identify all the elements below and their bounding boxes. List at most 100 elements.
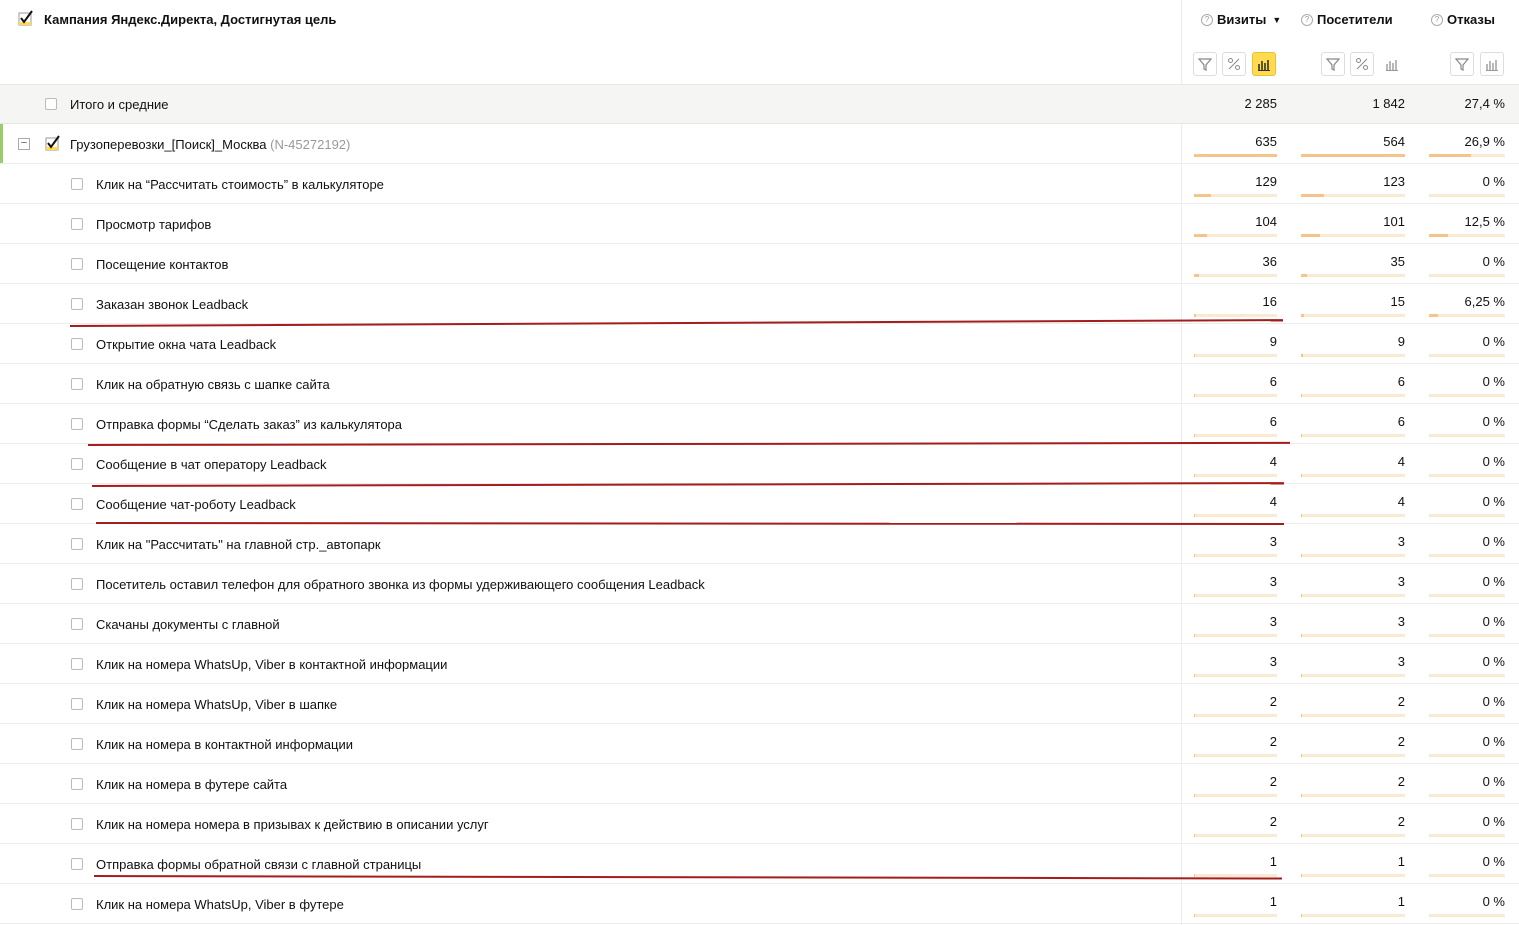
row-checkbox[interactable]: [71, 698, 83, 710]
filter-button[interactable]: [1193, 52, 1217, 76]
row-checkbox[interactable]: [71, 778, 83, 790]
bar-chart-button[interactable]: [1252, 52, 1276, 76]
table-row[interactable]: Клик на "Рассчитать" на главной стр._авт…: [0, 524, 1519, 564]
goal-label[interactable]: Клик на номера номера в призывах к дейст…: [96, 817, 489, 832]
column-header-visits[interactable]: ? Визиты ▼: [1201, 12, 1281, 27]
goal-visitors: 4: [1397, 454, 1405, 469]
table-row[interactable]: Клик на номера в контактной информации 2 2…: [0, 724, 1519, 764]
campaign-checkbox[interactable]: [45, 135, 61, 154]
visitors-bar: [1301, 154, 1405, 157]
row-checkbox[interactable]: [71, 378, 83, 390]
goal-label[interactable]: Открытие окна чата Leadback: [96, 337, 276, 352]
row-checkbox[interactable]: [71, 818, 83, 830]
row-checkbox[interactable]: [71, 498, 83, 510]
bar-chart-button[interactable]: [1380, 52, 1404, 76]
column-label: Посетители: [1317, 12, 1393, 27]
campaign-row[interactable]: − Грузоперевозки_[Поиск]_Москва (N-45272…: [0, 124, 1519, 164]
visitors-bar: [1301, 514, 1302, 517]
row-checkbox[interactable]: [71, 178, 83, 190]
table-row[interactable]: Клик на обратную связь с шапке сайта 6 6 0 …: [0, 364, 1519, 404]
goal-label[interactable]: Клик на номера WhatsUp, Viber в футере: [96, 897, 344, 912]
row-checkbox[interactable]: [71, 418, 83, 430]
table-row[interactable]: Сообщение в чат оператору Leadback 4 4 0 %: [0, 444, 1519, 484]
table-row[interactable]: Просмотр тарифов 104 101 12,5 %: [0, 204, 1519, 244]
row-checkbox[interactable]: [71, 618, 83, 630]
goal-visitors: 9: [1397, 334, 1405, 349]
table-row[interactable]: Клик на номера WhatsUp, Viber в шапке 2 2 0…: [0, 684, 1519, 724]
visits-bar-track: [1194, 914, 1277, 917]
bar-chart-icon: [1258, 60, 1270, 71]
visits-bar: [1194, 234, 1208, 237]
table-row[interactable]: Сообщение чат-роботу Leadback 4 4 0 %: [0, 484, 1519, 524]
goal-label[interactable]: Клик на “Рассчитать стоимость” в калькул…: [96, 177, 384, 192]
table-row[interactable]: Клик на номера номера в призывах к дейст…: [0, 804, 1519, 844]
goal-label[interactable]: Отправка формы обратной связи с главной …: [96, 857, 421, 872]
table-row[interactable]: Клик на номера WhatsUp, Viber в футере 1 1…: [0, 884, 1519, 924]
row-checkbox[interactable]: [71, 218, 83, 230]
bounce-bar-track: [1429, 394, 1505, 397]
bounce-bar-track: [1429, 594, 1505, 597]
table-row[interactable]: Заказан звонок Leadback 16 15 6,25 %: [0, 284, 1519, 324]
goal-label[interactable]: Просмотр тарифов: [96, 217, 211, 232]
goal-bounce: 0 %: [1482, 614, 1505, 629]
goal-label[interactable]: Сообщение в чат оператору Leadback: [96, 457, 326, 472]
filter-button[interactable]: [1450, 52, 1474, 76]
table-row[interactable]: Отправка формы “Сделать заказ” из кальку…: [0, 404, 1519, 444]
goal-label[interactable]: Скачаны документы с главной: [96, 617, 280, 632]
sort-desc-icon: ▼: [1272, 14, 1282, 25]
goal-label[interactable]: Клик на "Рассчитать" на главной стр._авт…: [96, 537, 381, 552]
row-checkbox[interactable]: [71, 338, 83, 350]
grouping-title[interactable]: Кампания Яндекс.Директа, Достигнутая цел…: [44, 12, 336, 27]
column-header-bounce[interactable]: ? Отказы: [1431, 12, 1495, 27]
row-checkbox[interactable]: [71, 298, 83, 310]
goal-label[interactable]: Отправка формы “Сделать заказ” из кальку…: [96, 417, 402, 432]
visitors-bar-track: [1301, 714, 1405, 717]
goal-visitors: 2: [1397, 734, 1405, 749]
table-row[interactable]: Посетитель оставил телефон для обратного…: [0, 564, 1519, 604]
row-checkbox[interactable]: [71, 898, 83, 910]
row-checkbox[interactable]: [71, 578, 83, 590]
bounce-bar-track: [1429, 674, 1505, 677]
table-row[interactable]: Посещение контактов 36 35 0 %: [0, 244, 1519, 284]
goal-label[interactable]: Клик на номера WhatsUp, Viber в контактн…: [96, 657, 447, 672]
goal-label[interactable]: Заказан звонок Leadback: [96, 297, 248, 312]
goal-label[interactable]: Посетитель оставил телефон для обратного…: [96, 577, 705, 592]
goal-label[interactable]: Клик на номера в контактной информации: [96, 737, 353, 752]
help-icon[interactable]: ?: [1301, 13, 1313, 26]
row-checkbox[interactable]: [71, 538, 83, 550]
bounce-bar-track: [1429, 274, 1505, 277]
header-checkbox[interactable]: [18, 10, 34, 29]
percent-button[interactable]: [1222, 52, 1246, 76]
row-checkbox[interactable]: [71, 258, 83, 270]
row-checkbox[interactable]: [71, 658, 83, 670]
row-checkbox[interactable]: [71, 458, 83, 470]
bar-chart-button[interactable]: [1480, 52, 1504, 76]
collapse-toggle[interactable]: −: [18, 138, 30, 150]
row-checkbox[interactable]: [45, 98, 57, 110]
visits-bar: [1194, 394, 1195, 397]
filter-button[interactable]: [1321, 52, 1345, 76]
percent-button[interactable]: [1350, 52, 1374, 76]
help-icon[interactable]: ?: [1201, 13, 1213, 26]
goal-visits: 4: [1269, 494, 1277, 509]
visits-bar-track: [1194, 274, 1277, 277]
table-row[interactable]: Скачаны документы с главной 3 3 0 %: [0, 604, 1519, 644]
visits-bar-track: [1194, 394, 1277, 397]
bounce-bar-track: [1429, 234, 1505, 237]
table-row[interactable]: Клик на номера в футере сайта 2 2 0 %: [0, 764, 1519, 804]
goal-label[interactable]: Клик на обратную связь с шапке сайта: [96, 377, 330, 392]
campaign-label[interactable]: Грузоперевозки_[Поиск]_Москва (N-4527219…: [70, 137, 350, 152]
visits-bar-track: [1194, 474, 1277, 477]
goal-label[interactable]: Клик на номера WhatsUp, Viber в шапке: [96, 697, 337, 712]
row-checkbox[interactable]: [71, 738, 83, 750]
goal-visits: 3: [1269, 654, 1277, 669]
goal-label[interactable]: Посещение контактов: [96, 257, 228, 272]
table-row[interactable]: Клик на “Рассчитать стоимость” в калькул…: [0, 164, 1519, 204]
row-checkbox[interactable]: [71, 858, 83, 870]
goal-label[interactable]: Сообщение чат-роботу Leadback: [96, 497, 296, 512]
table-row[interactable]: Открытие окна чата Leadback 9 9 0 %: [0, 324, 1519, 364]
goal-label[interactable]: Клик на номера в футере сайта: [96, 777, 287, 792]
table-row[interactable]: Клик на номера WhatsUp, Viber в контактн…: [0, 644, 1519, 684]
column-header-visitors[interactable]: ? Посетители: [1301, 12, 1393, 27]
help-icon[interactable]: ?: [1431, 13, 1443, 26]
